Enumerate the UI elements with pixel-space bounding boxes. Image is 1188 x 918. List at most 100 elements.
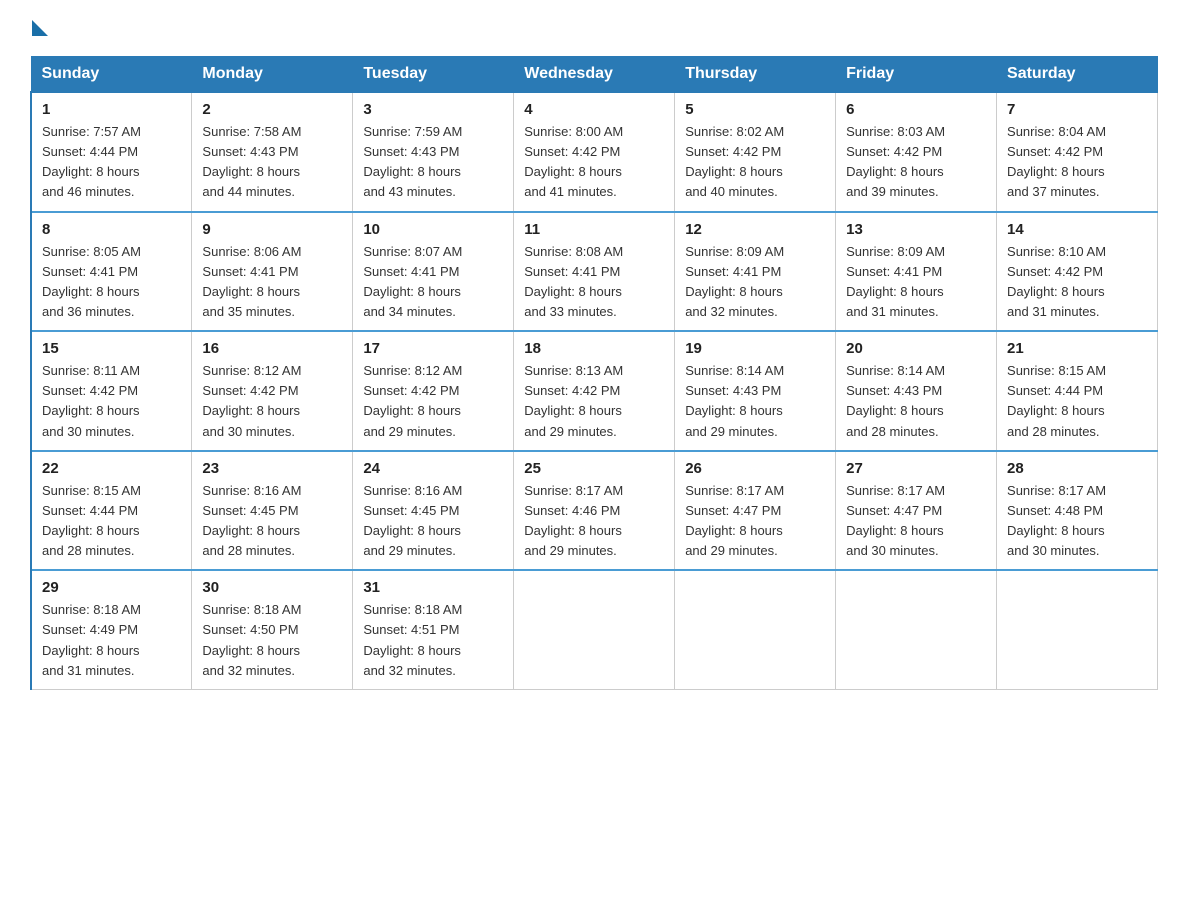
calendar-cell: 31 Sunrise: 8:18 AM Sunset: 4:51 PM Dayl…	[353, 570, 514, 689]
calendar-cell: 18 Sunrise: 8:13 AM Sunset: 4:42 PM Dayl…	[514, 331, 675, 451]
day-info: Sunrise: 8:17 AM Sunset: 4:47 PM Dayligh…	[846, 481, 986, 562]
day-info: Sunrise: 8:17 AM Sunset: 4:46 PM Dayligh…	[524, 481, 664, 562]
day-info: Sunrise: 8:04 AM Sunset: 4:42 PM Dayligh…	[1007, 122, 1147, 203]
day-number: 23	[202, 460, 342, 477]
day-number: 3	[363, 101, 503, 118]
column-header-wednesday: Wednesday	[514, 57, 675, 93]
column-header-tuesday: Tuesday	[353, 57, 514, 93]
day-info: Sunrise: 8:18 AM Sunset: 4:50 PM Dayligh…	[202, 600, 342, 681]
day-info: Sunrise: 8:17 AM Sunset: 4:47 PM Dayligh…	[685, 481, 825, 562]
day-number: 10	[363, 221, 503, 238]
day-number: 6	[846, 101, 986, 118]
calendar-cell: 6 Sunrise: 8:03 AM Sunset: 4:42 PM Dayli…	[836, 92, 997, 212]
day-number: 14	[1007, 221, 1147, 238]
day-number: 7	[1007, 101, 1147, 118]
calendar-cell: 19 Sunrise: 8:14 AM Sunset: 4:43 PM Dayl…	[675, 331, 836, 451]
calendar-cell: 2 Sunrise: 7:58 AM Sunset: 4:43 PM Dayli…	[192, 92, 353, 212]
day-number: 31	[363, 579, 503, 596]
calendar-cell: 28 Sunrise: 8:17 AM Sunset: 4:48 PM Dayl…	[997, 451, 1158, 571]
day-info: Sunrise: 8:06 AM Sunset: 4:41 PM Dayligh…	[202, 242, 342, 323]
calendar-cell: 10 Sunrise: 8:07 AM Sunset: 4:41 PM Dayl…	[353, 212, 514, 332]
day-info: Sunrise: 8:18 AM Sunset: 4:49 PM Dayligh…	[42, 600, 181, 681]
day-number: 22	[42, 460, 181, 477]
day-info: Sunrise: 8:13 AM Sunset: 4:42 PM Dayligh…	[524, 361, 664, 442]
day-info: Sunrise: 7:58 AM Sunset: 4:43 PM Dayligh…	[202, 122, 342, 203]
day-info: Sunrise: 8:07 AM Sunset: 4:41 PM Dayligh…	[363, 242, 503, 323]
calendar-week-row: 15 Sunrise: 8:11 AM Sunset: 4:42 PM Dayl…	[31, 331, 1158, 451]
calendar-week-row: 22 Sunrise: 8:15 AM Sunset: 4:44 PM Dayl…	[31, 451, 1158, 571]
day-number: 27	[846, 460, 986, 477]
day-info: Sunrise: 8:09 AM Sunset: 4:41 PM Dayligh…	[846, 242, 986, 323]
day-number: 18	[524, 340, 664, 357]
calendar-cell: 14 Sunrise: 8:10 AM Sunset: 4:42 PM Dayl…	[997, 212, 1158, 332]
day-number: 8	[42, 221, 181, 238]
column-header-sunday: Sunday	[31, 57, 192, 93]
calendar-cell: 11 Sunrise: 8:08 AM Sunset: 4:41 PM Dayl…	[514, 212, 675, 332]
day-number: 17	[363, 340, 503, 357]
logo-blue-line	[30, 20, 48, 36]
calendar-cell: 16 Sunrise: 8:12 AM Sunset: 4:42 PM Dayl…	[192, 331, 353, 451]
calendar-cell: 7 Sunrise: 8:04 AM Sunset: 4:42 PM Dayli…	[997, 92, 1158, 212]
calendar-cell: 3 Sunrise: 7:59 AM Sunset: 4:43 PM Dayli…	[353, 92, 514, 212]
day-number: 9	[202, 221, 342, 238]
day-info: Sunrise: 8:16 AM Sunset: 4:45 PM Dayligh…	[202, 481, 342, 562]
day-number: 1	[42, 101, 181, 118]
logo-arrow-icon	[32, 20, 48, 36]
calendar-cell: 5 Sunrise: 8:02 AM Sunset: 4:42 PM Dayli…	[675, 92, 836, 212]
column-header-saturday: Saturday	[997, 57, 1158, 93]
calendar-header-row: SundayMondayTuesdayWednesdayThursdayFrid…	[31, 57, 1158, 93]
calendar-cell: 26 Sunrise: 8:17 AM Sunset: 4:47 PM Dayl…	[675, 451, 836, 571]
calendar-cell: 15 Sunrise: 8:11 AM Sunset: 4:42 PM Dayl…	[31, 331, 192, 451]
calendar-cell: 12 Sunrise: 8:09 AM Sunset: 4:41 PM Dayl…	[675, 212, 836, 332]
day-number: 20	[846, 340, 986, 357]
day-info: Sunrise: 8:10 AM Sunset: 4:42 PM Dayligh…	[1007, 242, 1147, 323]
day-info: Sunrise: 8:14 AM Sunset: 4:43 PM Dayligh…	[685, 361, 825, 442]
calendar-table: SundayMondayTuesdayWednesdayThursdayFrid…	[30, 56, 1158, 690]
calendar-cell: 30 Sunrise: 8:18 AM Sunset: 4:50 PM Dayl…	[192, 570, 353, 689]
day-number: 15	[42, 340, 181, 357]
day-info: Sunrise: 8:09 AM Sunset: 4:41 PM Dayligh…	[685, 242, 825, 323]
calendar-cell	[514, 570, 675, 689]
day-info: Sunrise: 7:59 AM Sunset: 4:43 PM Dayligh…	[363, 122, 503, 203]
day-info: Sunrise: 8:16 AM Sunset: 4:45 PM Dayligh…	[363, 481, 503, 562]
calendar-cell: 23 Sunrise: 8:16 AM Sunset: 4:45 PM Dayl…	[192, 451, 353, 571]
day-number: 24	[363, 460, 503, 477]
day-number: 19	[685, 340, 825, 357]
calendar-cell: 4 Sunrise: 8:00 AM Sunset: 4:42 PM Dayli…	[514, 92, 675, 212]
day-number: 28	[1007, 460, 1147, 477]
logo	[30, 20, 48, 36]
day-number: 25	[524, 460, 664, 477]
day-info: Sunrise: 8:11 AM Sunset: 4:42 PM Dayligh…	[42, 361, 181, 442]
calendar-cell: 29 Sunrise: 8:18 AM Sunset: 4:49 PM Dayl…	[31, 570, 192, 689]
column-header-thursday: Thursday	[675, 57, 836, 93]
calendar-cell: 17 Sunrise: 8:12 AM Sunset: 4:42 PM Dayl…	[353, 331, 514, 451]
day-info: Sunrise: 8:15 AM Sunset: 4:44 PM Dayligh…	[42, 481, 181, 562]
calendar-cell: 25 Sunrise: 8:17 AM Sunset: 4:46 PM Dayl…	[514, 451, 675, 571]
day-info: Sunrise: 8:08 AM Sunset: 4:41 PM Dayligh…	[524, 242, 664, 323]
calendar-cell: 24 Sunrise: 8:16 AM Sunset: 4:45 PM Dayl…	[353, 451, 514, 571]
day-info: Sunrise: 8:12 AM Sunset: 4:42 PM Dayligh…	[363, 361, 503, 442]
calendar-week-row: 29 Sunrise: 8:18 AM Sunset: 4:49 PM Dayl…	[31, 570, 1158, 689]
day-info: Sunrise: 8:18 AM Sunset: 4:51 PM Dayligh…	[363, 600, 503, 681]
calendar-cell: 22 Sunrise: 8:15 AM Sunset: 4:44 PM Dayl…	[31, 451, 192, 571]
calendar-cell: 1 Sunrise: 7:57 AM Sunset: 4:44 PM Dayli…	[31, 92, 192, 212]
day-info: Sunrise: 8:05 AM Sunset: 4:41 PM Dayligh…	[42, 242, 181, 323]
day-number: 21	[1007, 340, 1147, 357]
day-info: Sunrise: 8:15 AM Sunset: 4:44 PM Dayligh…	[1007, 361, 1147, 442]
calendar-cell	[836, 570, 997, 689]
day-number: 12	[685, 221, 825, 238]
calendar-cell: 21 Sunrise: 8:15 AM Sunset: 4:44 PM Dayl…	[997, 331, 1158, 451]
day-number: 4	[524, 101, 664, 118]
day-number: 13	[846, 221, 986, 238]
day-number: 30	[202, 579, 342, 596]
calendar-cell: 13 Sunrise: 8:09 AM Sunset: 4:41 PM Dayl…	[836, 212, 997, 332]
day-number: 29	[42, 579, 181, 596]
day-info: Sunrise: 8:14 AM Sunset: 4:43 PM Dayligh…	[846, 361, 986, 442]
day-number: 5	[685, 101, 825, 118]
calendar-cell: 9 Sunrise: 8:06 AM Sunset: 4:41 PM Dayli…	[192, 212, 353, 332]
column-header-monday: Monday	[192, 57, 353, 93]
calendar-cell: 20 Sunrise: 8:14 AM Sunset: 4:43 PM Dayl…	[836, 331, 997, 451]
page-header	[30, 20, 1158, 36]
day-number: 16	[202, 340, 342, 357]
day-info: Sunrise: 8:02 AM Sunset: 4:42 PM Dayligh…	[685, 122, 825, 203]
